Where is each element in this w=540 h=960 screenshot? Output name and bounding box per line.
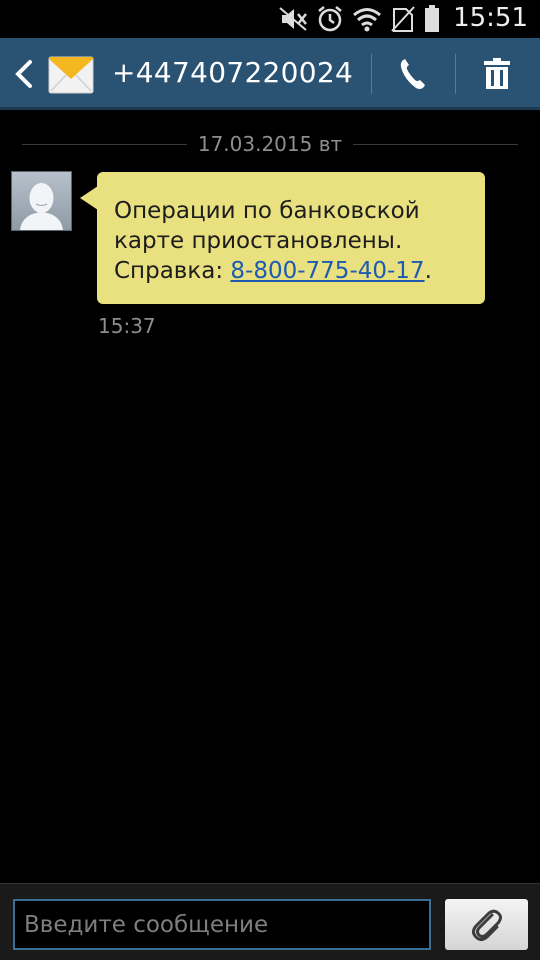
message-bubble[interactable]: Операции по банковской карте приостановл… [97, 172, 485, 304]
header-divider [455, 54, 456, 94]
envelope-icon [48, 51, 94, 97]
message-text: Справка: [114, 258, 231, 284]
header-divider [371, 54, 372, 94]
mute-icon [278, 6, 308, 32]
date-separator: 17.03.2015 вт [22, 130, 518, 160]
back-button[interactable] [10, 58, 36, 90]
bubble-tail [80, 186, 98, 210]
paperclip-icon [471, 909, 502, 941]
conversation-header: +447407220024 [0, 38, 540, 110]
trash-icon [484, 58, 510, 89]
default-avatar-icon [20, 183, 63, 230]
message-line: карте приостановлены. [114, 228, 403, 254]
status-time: 15:51 [453, 3, 528, 33]
back-arrow-icon [15, 60, 32, 88]
divider-line [353, 144, 518, 145]
phone-icon [400, 59, 425, 89]
status-bar: 15:51 [0, 0, 540, 38]
message-text: . [424, 258, 432, 284]
message-line: Справка: 8-800-775-40-17. [114, 256, 467, 286]
avatar[interactable] [11, 171, 72, 231]
status-icons [278, 4, 440, 34]
composer-bar [0, 883, 540, 960]
message-line: Операции по банковской [114, 198, 420, 224]
attach-button[interactable] [445, 899, 528, 950]
wifi-icon [352, 6, 382, 32]
message-input[interactable] [13, 899, 431, 950]
alarm-icon [316, 5, 344, 33]
call-button[interactable] [382, 50, 444, 98]
contact-number: +447407220024 [112, 56, 354, 89]
phone-link[interactable]: 8-800-775-40-17 [230, 258, 424, 284]
no-sim-icon [390, 5, 416, 33]
battery-icon [424, 5, 440, 33]
delete-button[interactable] [466, 50, 528, 98]
message-time: 15:37 [98, 314, 156, 338]
